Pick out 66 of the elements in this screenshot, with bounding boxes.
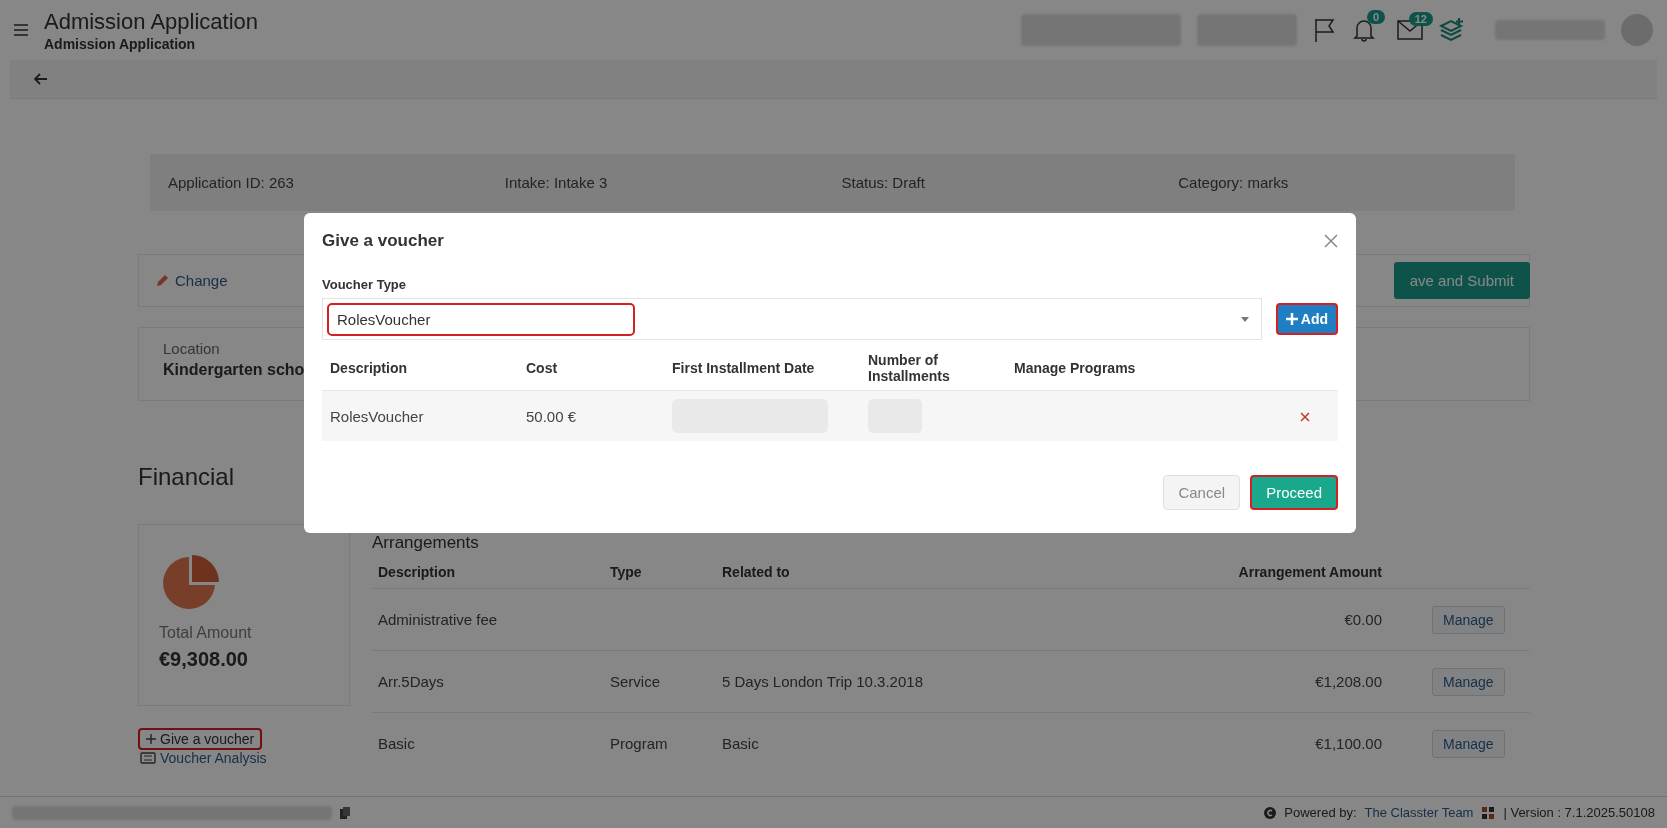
team-link[interactable]: The Classter Team: [1364, 805, 1474, 820]
plus-icon: [146, 734, 156, 744]
table-cell: Service: [610, 673, 661, 690]
location-value: Kindergarten scho: [163, 361, 305, 379]
column-header[interactable]: Description: [372, 556, 604, 589]
change-link[interactable]: Change: [155, 272, 228, 289]
copyright-icon: [1264, 806, 1277, 819]
plus-icon: [1285, 313, 1298, 325]
manage-button[interactable]: Manage: [1432, 729, 1505, 758]
ticket-icon: [140, 752, 156, 764]
manage-button[interactable]: Manage: [1432, 605, 1505, 634]
column-header: Manage Programs: [1006, 346, 1292, 391]
location-label: Location: [163, 340, 221, 357]
total-amount-value: €9,308.00: [159, 648, 249, 671]
arrangements-title: Arrangements: [372, 534, 480, 552]
remove-icon[interactable]: [1300, 411, 1310, 422]
summary-field: Category: marks: [1178, 174, 1515, 191]
table-cell: Administrative fee: [372, 588, 604, 651]
proceed-button[interactable]: Proceed: [1250, 475, 1338, 510]
total-amount-label: Total Amount: [159, 624, 253, 642]
back-arrow-icon[interactable]: [34, 73, 48, 85]
voucher-type-select[interactable]: RolesVoucher: [322, 298, 1262, 340]
logo-icon: [1481, 805, 1496, 820]
pencil-icon: [155, 273, 169, 288]
version-text: | Version : 7.1.2025.50108: [1503, 805, 1655, 820]
table-cell: 5 Days London Trip 10.3.2018: [722, 673, 923, 690]
menu-icon[interactable]: [14, 24, 28, 36]
table-cell: Program: [610, 735, 668, 752]
voucher-analysis-link[interactable]: Voucher Analysis: [140, 750, 350, 766]
summary-field: Status: Draft: [841, 174, 1179, 191]
table-cell: €1,100.00: [1315, 735, 1382, 752]
notification-badge: 0: [1366, 10, 1385, 24]
page-title: Admission Application: [44, 8, 259, 36]
give-voucher-link[interactable]: Give a voucher: [138, 728, 263, 750]
column-header: Number of Installments: [860, 346, 1006, 391]
layers-icon[interactable]: [1439, 18, 1465, 42]
column-header[interactable]: Arrangement Amount: [1104, 556, 1388, 589]
table-cell: Basic: [372, 712, 604, 774]
column-header: Description: [322, 346, 518, 391]
column-header: First Installment Date: [664, 346, 860, 391]
breadcrumb: Admission Application: [44, 36, 197, 52]
table-cell: Basic: [722, 735, 759, 752]
powered-by-label: Powered by:: [1284, 805, 1357, 820]
section-title: Financial: [138, 462, 236, 492]
summary-field: Intake: Intake 3: [504, 174, 842, 191]
field-label: Voucher Type: [322, 277, 408, 292]
column-header: Cost: [518, 346, 664, 391]
caret-icon: [1240, 316, 1249, 322]
table-cell: €0.00: [1344, 611, 1382, 628]
copy-icon[interactable]: [340, 806, 350, 819]
table-cell: 50.00 €: [518, 390, 664, 441]
column-header[interactable]: Type: [604, 556, 716, 589]
bell-icon[interactable]: [1353, 18, 1375, 42]
dialog-title: Give a voucher: [322, 231, 444, 251]
flag-icon[interactable]: [1313, 17, 1337, 43]
table-cell: Arr.5Days: [372, 650, 604, 713]
message-badge: 12: [1408, 12, 1433, 26]
add-button[interactable]: Add: [1275, 303, 1338, 335]
manage-button[interactable]: Manage: [1432, 667, 1505, 696]
table-cell: RolesVoucher: [322, 390, 518, 441]
table-cell: €1,208.00: [1315, 673, 1382, 690]
cancel-button[interactable]: Cancel: [1163, 475, 1241, 510]
close-icon[interactable]: [1324, 234, 1338, 248]
column-header[interactable]: Related to: [716, 556, 1105, 589]
save-and-submit-button[interactable]: ave and Submit: [1393, 262, 1530, 299]
summary-field: Application ID: 263: [168, 174, 505, 191]
